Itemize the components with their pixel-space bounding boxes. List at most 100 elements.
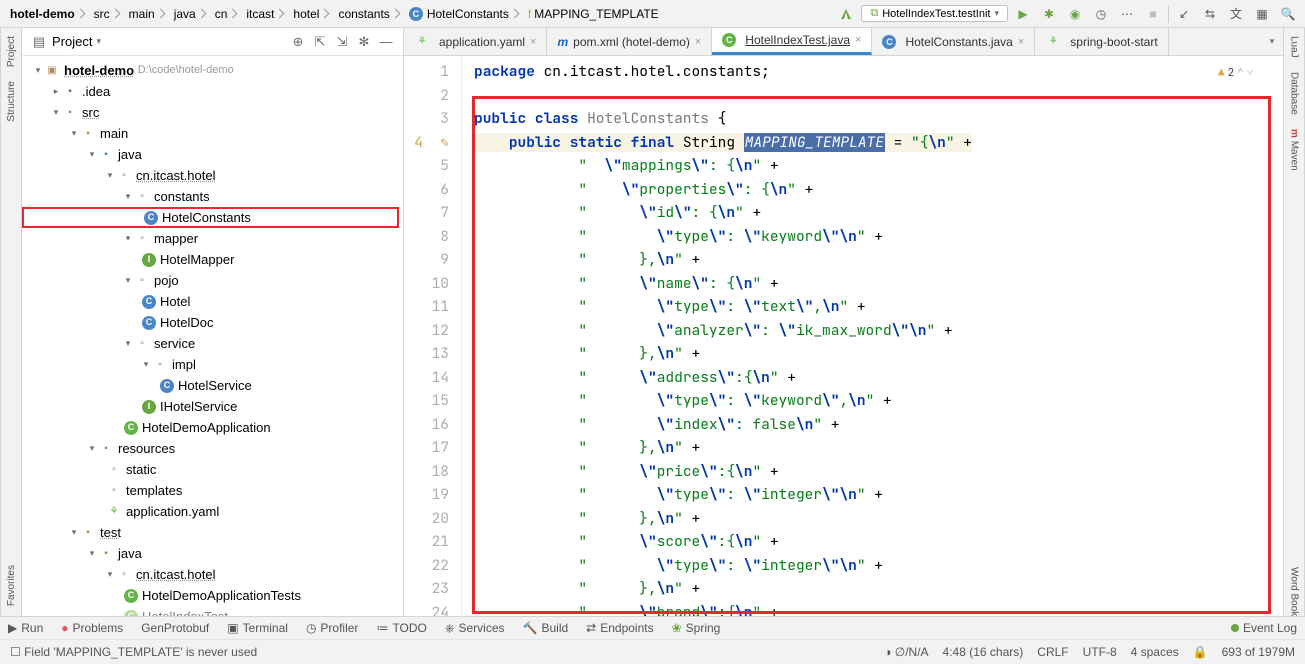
close-icon[interactable]: × xyxy=(530,36,536,48)
tree-root[interactable]: ▾▣hotel-demo D:\code\hotel-demo xyxy=(22,60,403,81)
tree-node[interactable]: ▫templates xyxy=(22,480,403,501)
tab-hotelconstants[interactable]: CHotelConstants.java× xyxy=(872,28,1035,55)
tree-node[interactable]: ⚘application.yaml xyxy=(22,501,403,522)
spring-tab[interactable]: ❀Spring xyxy=(672,621,721,635)
structure-tool-tab[interactable]: Structure xyxy=(6,81,17,122)
line-gutter: 1234 ✎5678910111213141516171819202122232… xyxy=(404,56,462,616)
endpoints-tab[interactable]: ⇄ Endpoints xyxy=(586,621,653,635)
code-with-me-icon[interactable]: ⇆ xyxy=(1199,3,1221,25)
status-indent[interactable]: 4 spaces xyxy=(1131,645,1179,659)
stop-icon[interactable]: ■ xyxy=(1142,3,1164,25)
more-tabs-icon[interactable]: ▾ xyxy=(1261,31,1283,53)
tree-node[interactable]: ▾▪java xyxy=(22,144,403,165)
hide-icon[interactable]: — xyxy=(377,33,395,51)
tree-node[interactable]: ▾▫mapper xyxy=(22,228,403,249)
settings-icon[interactable]: ▦ xyxy=(1251,3,1273,25)
code-editor[interactable]: ▲2 ^ ˅ 1234 ✎567891011121314151617181920… xyxy=(404,56,1283,616)
top-toolbar: hotel-demo src main java cn itcast hotel… xyxy=(0,0,1305,28)
status-hint: ☐ Field 'MAPPING_TEMPLATE' is never used xyxy=(10,645,257,659)
status-caret[interactable]: 4:48 (16 chars) xyxy=(943,645,1024,659)
crumb[interactable]: CHotelConstants xyxy=(405,7,524,21)
profile-icon[interactable]: ◷ xyxy=(1090,3,1112,25)
wordbook-tab[interactable]: Word Book xyxy=(1289,567,1300,616)
luaj-tab[interactable]: LuaJ xyxy=(1289,36,1300,58)
locate-icon[interactable]: ⊕ xyxy=(289,33,307,51)
tree-node[interactable]: ▸▪.idea xyxy=(22,81,403,102)
tree-node[interactable]: IIHotelService xyxy=(22,396,403,417)
crumb[interactable]: hotel xyxy=(289,7,334,21)
expand-icon[interactable]: ⇱ xyxy=(311,33,329,51)
tree-node[interactable]: ▾▪src xyxy=(22,102,403,123)
build-icon[interactable] xyxy=(835,3,857,25)
search-icon[interactable]: 🔍 xyxy=(1277,3,1299,25)
project-tool-tab[interactable]: Project xyxy=(6,36,17,67)
tree-node[interactable]: IHotelMapper xyxy=(22,249,403,270)
maven-tab[interactable]: m Maven xyxy=(1289,129,1300,171)
project-panel-header: ▤ Project ▾ ⊕ ⇱ ⇲ ✻ — xyxy=(22,28,403,56)
debug-icon[interactable]: ✱ xyxy=(1038,3,1060,25)
project-tree[interactable]: ▾▣hotel-demo D:\code\hotel-demo ▸▪.idea … xyxy=(22,56,403,616)
translate-icon[interactable]: 文 xyxy=(1225,3,1247,25)
event-log-tab[interactable]: Event Log xyxy=(1231,621,1297,635)
todo-tab[interactable]: ≔ TODO xyxy=(376,621,426,635)
tree-node-hotelconstants[interactable]: CHotelConstants xyxy=(22,207,399,228)
tree-node[interactable]: ▾▪resources xyxy=(22,438,403,459)
build-tab[interactable]: 🔨 Build xyxy=(523,621,569,635)
terminal-tab[interactable]: ▣ Terminal xyxy=(227,621,288,635)
crumb[interactable]: itcast xyxy=(242,7,289,21)
crumb[interactable]: cn xyxy=(211,7,243,21)
status-memory[interactable]: 693 of 1979M xyxy=(1222,645,1295,659)
crumb[interactable]: src xyxy=(90,7,125,21)
tree-node[interactable]: ▾▫impl xyxy=(22,354,403,375)
tree-node[interactable]: CHotelDemoApplicationTests xyxy=(22,585,403,606)
tab-spring-boot[interactable]: ⚘spring-boot-start xyxy=(1035,28,1168,55)
tree-node[interactable]: CHotelIndexTest xyxy=(22,606,403,616)
favorites-tool-tab[interactable]: Favorites xyxy=(6,565,17,606)
tree-node[interactable]: ▾▫pojo xyxy=(22,270,403,291)
tree-node[interactable]: ▾▫service xyxy=(22,333,403,354)
tree-node[interactable]: CHotelService xyxy=(22,375,403,396)
tree-node[interactable]: CHotelDemoApplication xyxy=(22,417,403,438)
problems-tab[interactable]: ●Problems xyxy=(61,621,123,635)
database-tab[interactable]: Database xyxy=(1289,72,1300,115)
crumb[interactable]: fMAPPING_TEMPLATE xyxy=(524,7,663,21)
status-na[interactable]: ◑ ∅/N/A xyxy=(884,645,928,659)
collapse-icon[interactable]: ⇲ xyxy=(333,33,351,51)
status-encoding[interactable]: UTF-8 xyxy=(1083,645,1117,659)
run-config-select[interactable]: ⧉HotelIndexTest.testInit ▾ xyxy=(861,5,1008,22)
services-tab[interactable]: ⎈ Services xyxy=(445,621,505,636)
more-run-icon[interactable]: ⋯ xyxy=(1116,3,1138,25)
coverage-icon[interactable]: ◉ xyxy=(1064,3,1086,25)
status-line-ending[interactable]: CRLF xyxy=(1037,645,1068,659)
tree-node[interactable]: ▾▪test xyxy=(22,522,403,543)
tree-node[interactable]: ▾▫constants xyxy=(22,186,403,207)
tree-node[interactable]: ▾▪main xyxy=(22,123,403,144)
tree-node[interactable]: ▾▪java xyxy=(22,543,403,564)
tree-node[interactable]: CHotel xyxy=(22,291,403,312)
tree-node[interactable]: CHotelDoc xyxy=(22,312,403,333)
tab-pom[interactable]: mpom.xml (hotel-demo)× xyxy=(547,28,712,55)
tab-hotelindextest[interactable]: CHotelIndexTest.java× xyxy=(712,28,872,55)
status-lock-icon[interactable]: 🔒 xyxy=(1193,645,1208,659)
left-tool-stripe: Project Structure Favorites xyxy=(0,28,22,616)
tab-application-yaml[interactable]: ⚘application.yaml× xyxy=(404,28,547,55)
project-view-icon[interactable]: ▤ xyxy=(30,33,48,51)
crumb[interactable]: constants xyxy=(334,7,404,21)
tree-node[interactable]: ▾▫cn.itcast.hotel xyxy=(22,564,403,585)
profiler-tab[interactable]: ◷ Profiler xyxy=(306,621,359,635)
crumb[interactable]: java xyxy=(170,7,211,21)
status-bar: ☐ Field 'MAPPING_TEMPLATE' is never used… xyxy=(0,639,1305,664)
tree-node[interactable]: ▾▫cn.itcast.hotel xyxy=(22,165,403,186)
crumb[interactable]: hotel-demo xyxy=(6,7,90,21)
run-icon[interactable]: ▶ xyxy=(1012,3,1034,25)
git-pull-icon[interactable]: ↙ xyxy=(1173,3,1195,25)
close-icon[interactable]: × xyxy=(1018,36,1024,48)
code-text[interactable]: package cn.itcast.hotel.constants; publi… xyxy=(462,56,1283,616)
options-icon[interactable]: ✻ xyxy=(355,33,373,51)
tree-node[interactable]: ▫static xyxy=(22,459,403,480)
crumb[interactable]: main xyxy=(125,7,170,21)
close-icon[interactable]: × xyxy=(855,34,861,46)
run-tab[interactable]: ▶ Run xyxy=(8,621,43,635)
close-icon[interactable]: × xyxy=(695,36,701,48)
genprotobuf-tab[interactable]: GenProtobuf xyxy=(141,621,209,635)
